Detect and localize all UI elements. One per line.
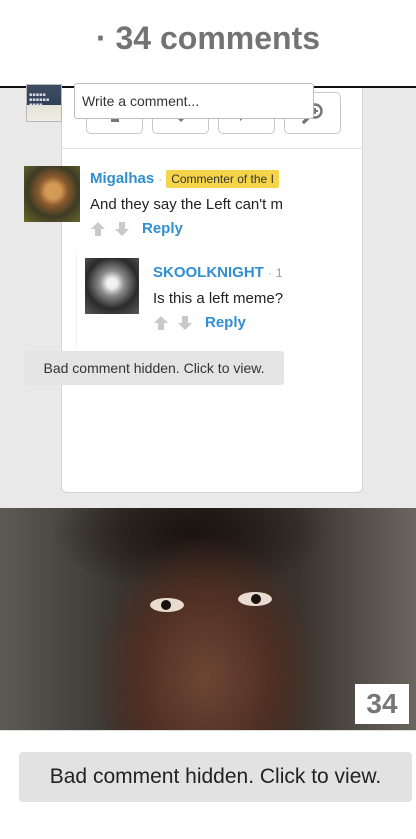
post-image[interactable] <box>0 508 416 730</box>
hidden-comment-notice-large[interactable]: Bad comment hidden. Click to view. <box>19 752 412 802</box>
comment-actions: Reply <box>90 220 330 237</box>
my-avatar: ▪▪▪▪▪ ▪▪▪▪▪▪ ▪▪▪▪ <box>26 84 62 122</box>
divider <box>62 148 362 149</box>
comment-migalhas: Migalhas · Commenter of the I And they say… <box>90 170 330 237</box>
upvote-icon[interactable] <box>153 315 169 331</box>
comment-skoolknight: SKOOLKNIGHT · 1 Is this a left meme? Reply <box>153 264 353 331</box>
comment-actions: Reply <box>153 314 353 331</box>
downvote-icon[interactable] <box>114 221 130 237</box>
commenter-badge: Commenter of the I <box>166 170 279 188</box>
comment-author[interactable]: Migalhas <box>90 170 154 187</box>
downvote-icon[interactable] <box>177 315 193 331</box>
image-eye-right <box>238 592 272 606</box>
avatar-skoolknight[interactable] <box>85 258 139 314</box>
separator-dot: · <box>158 172 163 187</box>
comment-input[interactable]: Write a comment... <box>74 83 314 119</box>
avatar-migalhas[interactable] <box>24 166 80 222</box>
hidden-comment-notice[interactable]: Bad comment hidden. Click to view. <box>24 351 284 385</box>
comments-count-title: · 34 comments <box>95 19 321 56</box>
comment-author[interactable]: SKOOLKNIGHT <box>153 264 264 281</box>
comment-input-placeholder: Write a comment... <box>82 93 200 109</box>
post-comment-count[interactable]: 34 <box>355 684 409 724</box>
separator-dot: · <box>267 266 272 280</box>
comments-header: · 34 comments <box>0 0 416 88</box>
image-eye-left <box>150 598 184 612</box>
reply-button[interactable]: Reply <box>142 220 183 237</box>
reply-button[interactable]: Reply <box>205 314 246 331</box>
comment-time: 1 <box>275 266 283 280</box>
avatar-graphic: ▪▪▪▪▪ ▪▪▪▪▪▪ ▪▪▪▪ <box>29 92 50 108</box>
upvote-icon[interactable] <box>90 221 106 237</box>
comment-text: Is this a left meme? <box>153 290 284 307</box>
comment-text: And they say the Left can't m <box>90 196 283 214</box>
